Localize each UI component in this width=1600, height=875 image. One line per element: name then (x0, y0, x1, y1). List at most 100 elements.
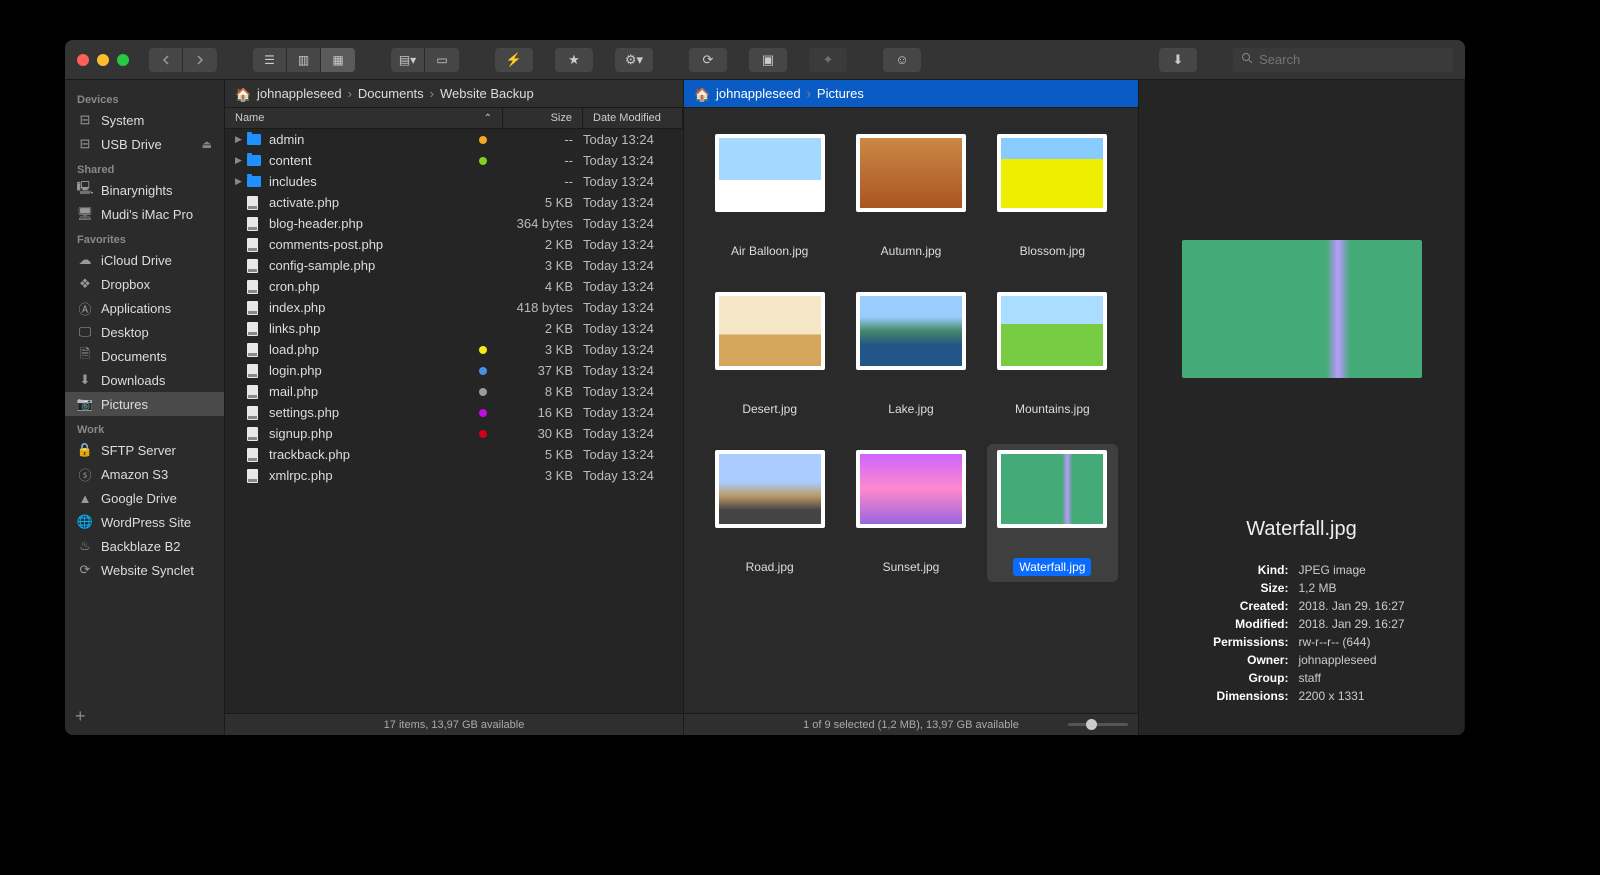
folder-icon (247, 155, 261, 166)
quick-open-button[interactable]: ⚡ (495, 48, 533, 72)
grid-item[interactable]: Mountains.jpg (987, 286, 1118, 424)
sidebar-item[interactable]: 🌐WordPress Site (65, 510, 224, 534)
file-row[interactable]: blog-header.php364 bytesToday 13:24 (225, 213, 683, 234)
disclosure-icon[interactable]: ▶ (235, 134, 247, 145)
sidebar-item[interactable]: ⒶApplications (65, 296, 224, 320)
file-row[interactable]: index.php418 bytesToday 13:24 (225, 297, 683, 318)
file-row[interactable]: ▶content--Today 13:24 (225, 150, 683, 171)
file-row[interactable]: trackback.php5 KBToday 13:24 (225, 444, 683, 465)
sync-button[interactable]: ⟳ (689, 48, 727, 72)
compress-button[interactable]: ▭ (425, 48, 459, 72)
file-name: trackback.php (269, 447, 493, 462)
sidebar-item[interactable]: 🖥Mudi's iMac Pro (65, 202, 224, 226)
file-row[interactable]: signup.php30 KBToday 13:24 (225, 423, 683, 444)
maximize-button[interactable] (117, 54, 129, 66)
eject-icon[interactable]: ⏏ (202, 138, 212, 151)
column-view-button[interactable]: ▥ (287, 48, 321, 72)
forward-button[interactable] (183, 48, 217, 72)
grid-item[interactable]: Sunset.jpg (845, 444, 976, 582)
sidebar-item[interactable]: ▲Google Drive (65, 486, 224, 510)
disclosure-icon[interactable]: ▶ (235, 155, 247, 166)
file-row[interactable]: settings.php16 KBToday 13:24 (225, 402, 683, 423)
file-row[interactable]: comments-post.php2 KBToday 13:24 (225, 234, 683, 255)
sidebar-item[interactable]: 🔒SFTP Server (65, 438, 224, 462)
file-row[interactable]: load.php3 KBToday 13:24 (225, 339, 683, 360)
sidebar-item[interactable]: ♨Backblaze B2 (65, 534, 224, 558)
grid-item[interactable]: Autumn.jpg (845, 128, 976, 266)
grid-item[interactable]: Desert.jpg (704, 286, 835, 424)
file-row[interactable]: config-sample.php3 KBToday 13:24 (225, 255, 683, 276)
file-name: xmlrpc.php (269, 468, 493, 483)
file-row[interactable]: login.php37 KBToday 13:24 (225, 360, 683, 381)
sidebar-item[interactable]: ⟳Website Synclet (65, 558, 224, 582)
sidebar-item[interactable]: ⊟USB Drive⏏ (65, 132, 224, 156)
file-name: login.php (269, 363, 479, 378)
info-row: Owner:johnappleseed (1198, 651, 1404, 669)
close-button[interactable] (77, 54, 89, 66)
preview: Waterfall.jpg Kind:JPEG imageSize:1,2 MB… (1139, 80, 1464, 735)
sidebar-item[interactable]: ☁iCloud Drive (65, 248, 224, 272)
action-button[interactable]: ⚙▾ (615, 48, 653, 72)
color-tag (479, 136, 487, 144)
breadcrumb-right[interactable]: 🏠 johnappleseed›Pictures (684, 80, 1138, 108)
breadcrumb-segment[interactable]: Pictures (817, 86, 864, 101)
activity-button[interactable]: ⬇ (1159, 48, 1197, 72)
icon-view-button[interactable]: ▦ (321, 48, 355, 72)
back-button[interactable] (149, 48, 183, 72)
file-date: Today 13:24 (573, 342, 673, 357)
file-row[interactable]: mail.php8 KBToday 13:24 (225, 381, 683, 402)
search-icon (1241, 52, 1253, 67)
file-row[interactable]: ▶admin--Today 13:24 (225, 129, 683, 150)
preview-button[interactable]: ☺ (883, 48, 921, 72)
file-list[interactable]: ▶admin--Today 13:24▶content--Today 13:24… (225, 129, 683, 713)
sidebar-item[interactable]: 🖳Binarynights (65, 178, 224, 202)
grid-item[interactable]: Lake.jpg (845, 286, 976, 424)
search-box[interactable] (1233, 48, 1453, 72)
add-sidebar-item-button[interactable]: + (75, 706, 86, 727)
sidebar-item[interactable]: ❖Dropbox (65, 272, 224, 296)
breadcrumb-segment[interactable]: Website Backup (440, 86, 534, 101)
grid-item[interactable]: Blossom.jpg (987, 128, 1118, 266)
breadcrumb-segment[interactable]: Documents (358, 86, 424, 101)
grid-item[interactable]: Waterfall.jpg (987, 444, 1118, 582)
file-row[interactable]: xmlrpc.php3 KBToday 13:24 (225, 465, 683, 486)
file-row[interactable]: links.php2 KBToday 13:24 (225, 318, 683, 339)
column-date[interactable]: Date Modified (583, 108, 683, 128)
cloud-icon: ☁ (77, 252, 93, 268)
sidebar-item[interactable]: ⊟System (65, 108, 224, 132)
sidebar-item[interactable]: 📷Pictures (65, 392, 224, 416)
file-row[interactable]: cron.php4 KBToday 13:24 (225, 276, 683, 297)
view-mode-buttons: ☰ ▥ ▦ (253, 48, 355, 72)
search-input[interactable] (1259, 52, 1445, 67)
column-size[interactable]: Size (503, 108, 583, 128)
file-name: blog-header.php (269, 216, 493, 231)
file-size: 3 KB (493, 468, 573, 483)
breadcrumb-segment[interactable]: johnappleseed (257, 86, 342, 101)
file-size: 2 KB (493, 237, 573, 252)
list-view-button[interactable]: ☰ (253, 48, 287, 72)
file-icon (247, 364, 258, 378)
minimize-button[interactable] (97, 54, 109, 66)
breadcrumb-segment[interactable]: johnappleseed (716, 86, 801, 101)
sidebar-item[interactable]: ⓢAmazon S3 (65, 462, 224, 486)
sidebar-item[interactable]: 🗎Documents (65, 344, 224, 368)
arrange-button[interactable]: ▤▾ (391, 48, 425, 72)
favorite-button[interactable]: ★ (555, 48, 593, 72)
disclosure-icon[interactable]: ▶ (235, 176, 247, 187)
finder-window: ☰ ▥ ▦ ▤▾ ▭ ⚡ ★ ⚙▾ ⟳ ▣ ✦ ☺ ⬇ Dev (65, 40, 1465, 735)
column-name[interactable]: Name⌃ (225, 108, 503, 128)
thumbnail (715, 292, 825, 370)
icon-size-slider[interactable] (1068, 723, 1128, 726)
icon-grid[interactable]: Air Balloon.jpgAutumn.jpgBlossom.jpg Dese… (684, 108, 1138, 713)
sidebar-item[interactable]: 🖵Desktop (65, 320, 224, 344)
thumbnail (997, 134, 1107, 212)
file-date: Today 13:24 (573, 300, 673, 315)
file-row[interactable]: ▶includes--Today 13:24 (225, 171, 683, 192)
file-row[interactable]: activate.php5 KBToday 13:24 (225, 192, 683, 213)
breadcrumb-left[interactable]: 🏠 johnappleseed›Documents›Website Backup (225, 80, 683, 108)
terminal-button[interactable]: ▣ (749, 48, 787, 72)
grid-item[interactable]: Road.jpg (704, 444, 835, 582)
grid-item[interactable]: Air Balloon.jpg (704, 128, 835, 266)
file-date: Today 13:24 (573, 132, 673, 147)
sidebar-item[interactable]: ⬇Downloads (65, 368, 224, 392)
